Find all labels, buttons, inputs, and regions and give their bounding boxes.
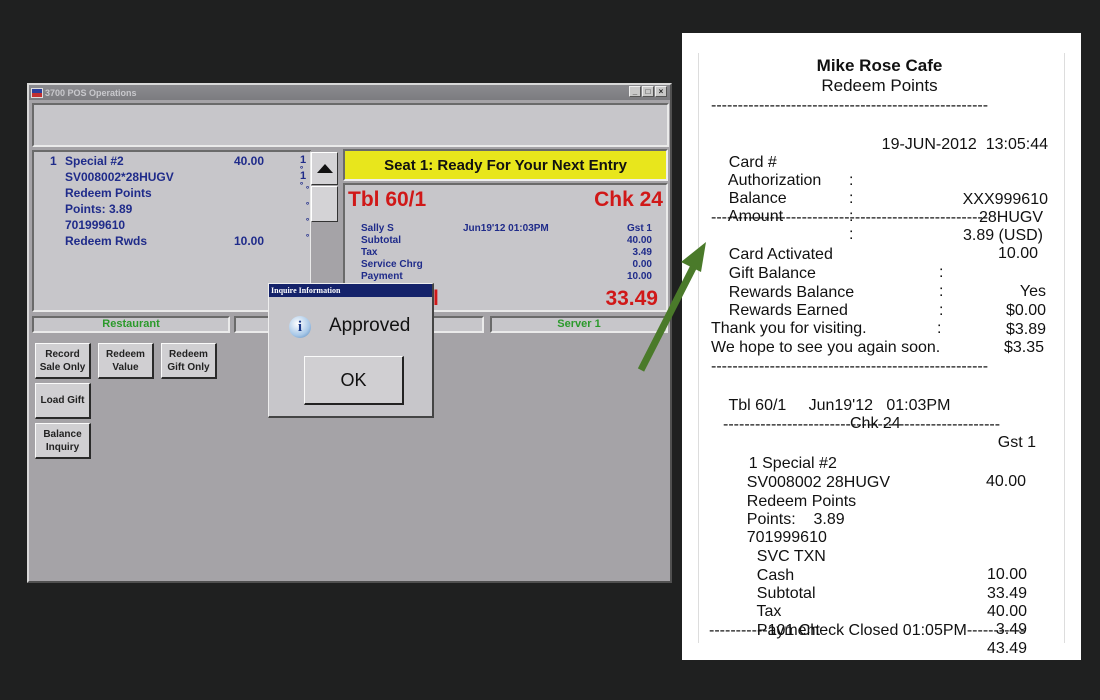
check-header-row: Tbl 60/1 Chk 24 Gst 1: [711, 378, 1048, 451]
window-title: 3700 POS Operations: [45, 87, 137, 98]
tax-label: Tax: [361, 247, 378, 258]
total-due-amount: 33.49: [605, 287, 658, 310]
receipt-item-row: SV008002 28HUGV: [729, 455, 1048, 491]
entry-display: [32, 103, 669, 147]
order-line[interactable]: Redeem Rwds 10.00 ˚: [34, 234, 310, 250]
receipt-total-row: Payment 43.49: [739, 603, 1027, 658]
account-field-row: Gift Balance : $0.00: [711, 246, 1048, 319]
thank-you-line: We hope to see you again soon.: [711, 339, 941, 356]
receipt-total-row: SVC TXN 10.00: [739, 529, 1027, 584]
order-item-name: 701999610: [65, 218, 126, 232]
order-item-name: Points: 3.89: [65, 202, 133, 216]
order-seat-mark: ˚: [306, 234, 310, 246]
arrow-up-icon: [316, 164, 333, 173]
field-label: Rewards Earned: [728, 301, 848, 319]
order-amount: 40.00: [234, 154, 265, 168]
receipt-item-row: Redeem Points: [729, 474, 1048, 510]
card-field-row: Card # : XXX999610: [711, 135, 1048, 208]
thank-you-line: Thank you for visiting.: [711, 320, 867, 337]
table-number: Tbl 60/1: [348, 188, 427, 211]
divider: ----------------------------------------…: [723, 416, 1001, 433]
store-name: Mike Rose Cafe: [816, 56, 943, 75]
minimize-button[interactable]: _: [629, 86, 641, 97]
receipt-item-row: 701999610: [729, 510, 1048, 546]
dialog-title: Inquire Information: [269, 284, 432, 297]
check-datetime: Jun19'12 01:03PM: [463, 223, 549, 234]
maximize-button[interactable]: □: [642, 86, 654, 97]
service-charge-value: 0.00: [632, 259, 652, 270]
field-colon: :: [939, 302, 944, 319]
scroll-up-button[interactable]: [311, 152, 338, 185]
order-line[interactable]: SV008002*28HUGV 1 ˚: [34, 170, 310, 194]
account-field-row: Rewards Earned : $3.35: [711, 283, 1048, 356]
inquire-information-dialog: Inquire Information i Approved OK: [268, 283, 434, 418]
receipt-check-datetime: Jun19'12 01:03PM: [808, 397, 951, 414]
app-icon: [31, 87, 43, 98]
order-seat-mark: ˚: [306, 186, 310, 198]
title-bar: 3700 POS Operations _ □ ×: [29, 85, 670, 100]
order-item-name: SV008002*28HUGV: [65, 170, 174, 184]
payment-value: 10.00: [626, 271, 652, 282]
divider: ----------------------------------------…: [711, 97, 989, 114]
order-seat-mark: ˚: [306, 218, 310, 230]
receipt-footer: -----------101 Check Closed 01:05PM-----…: [709, 622, 1026, 639]
receipt-timestamp-row: 19-JUN-2012 13:05:44: [711, 117, 1048, 153]
order-seat-mark: ˚: [306, 202, 310, 214]
card-field-row: Amount : 10.00: [711, 189, 1048, 262]
record-sale-only-button[interactable]: Record Sale Only: [35, 343, 91, 379]
divider: ----------------------------------------…: [711, 358, 989, 375]
field-value: $0.00: [1005, 301, 1046, 319]
scroll-thumb[interactable]: [311, 186, 338, 222]
order-item-name: Redeem Points: [65, 186, 152, 200]
tax-value: 3.49: [632, 247, 652, 258]
order-line[interactable]: 1 Special #2 40.00 1 ˚: [34, 154, 310, 178]
order-line[interactable]: 701999610 ˚: [34, 218, 310, 234]
divider: ----------------------------------------…: [711, 209, 989, 226]
receipt: Mike Rose Cafe Redeem Points -----------…: [698, 53, 1065, 658]
service-charge-label: Service Chrg: [361, 259, 423, 270]
window-controls: _ □ ×: [629, 86, 667, 97]
load-gift-button[interactable]: Load Gift: [35, 383, 91, 419]
balance-inquiry-button[interactable]: Balance Inquiry: [35, 423, 91, 459]
info-icon: i: [289, 316, 311, 338]
guest-count: Gst 1: [626, 223, 652, 234]
close-button[interactable]: ×: [655, 86, 667, 97]
receipt-item-row: Points: 3.89: [729, 492, 1048, 528]
account-field-row: Card Activated : Yes: [711, 227, 1048, 300]
total-value: 43.49: [986, 640, 1027, 657]
dialog-message: Approved: [329, 315, 411, 336]
subtotal-value: 40.00: [626, 235, 652, 246]
status-revenue-center: Restaurant: [32, 316, 230, 333]
receipt-subtitle: Redeem Points: [821, 76, 938, 95]
employee-name: Sally S: [361, 223, 394, 234]
receipt-item-row: 1 Special #2 40.00: [731, 436, 1026, 491]
prompt-bar: Seat 1: Ready For Your Next Entry: [343, 149, 668, 181]
receipt-total-row: Tax 3.49: [739, 584, 1028, 639]
subtotal-label: Subtotal: [361, 235, 401, 246]
receipt-total-row: Subtotal 40.00: [739, 566, 1027, 621]
account-field-row: Rewards Balance : $3.89: [711, 265, 1048, 338]
order-line[interactable]: Points: 3.89 ˚: [34, 202, 310, 218]
redeem-gift-only-button[interactable]: Redeem Gift Only: [161, 343, 217, 379]
receipt-total-row: Cash 33.49: [739, 548, 1027, 603]
ok-button[interactable]: OK: [304, 356, 404, 405]
order-amount: 10.00: [234, 234, 265, 248]
order-item-name: Redeem Rwds: [65, 234, 148, 248]
order-item-name: Special #2: [65, 154, 124, 168]
order-line[interactable]: Redeem Points ˚: [34, 186, 310, 202]
card-field-row: Authorization : 28HUGV: [711, 153, 1048, 226]
payment-label: Payment: [361, 271, 403, 282]
status-employee: Server 1: [490, 316, 668, 333]
order-qty: 1: [50, 154, 57, 168]
card-field-row: Balance : 3.89 (USD): [711, 171, 1048, 244]
redeem-value-button[interactable]: Redeem Value: [98, 343, 154, 379]
check-number: Chk 24: [594, 188, 663, 211]
